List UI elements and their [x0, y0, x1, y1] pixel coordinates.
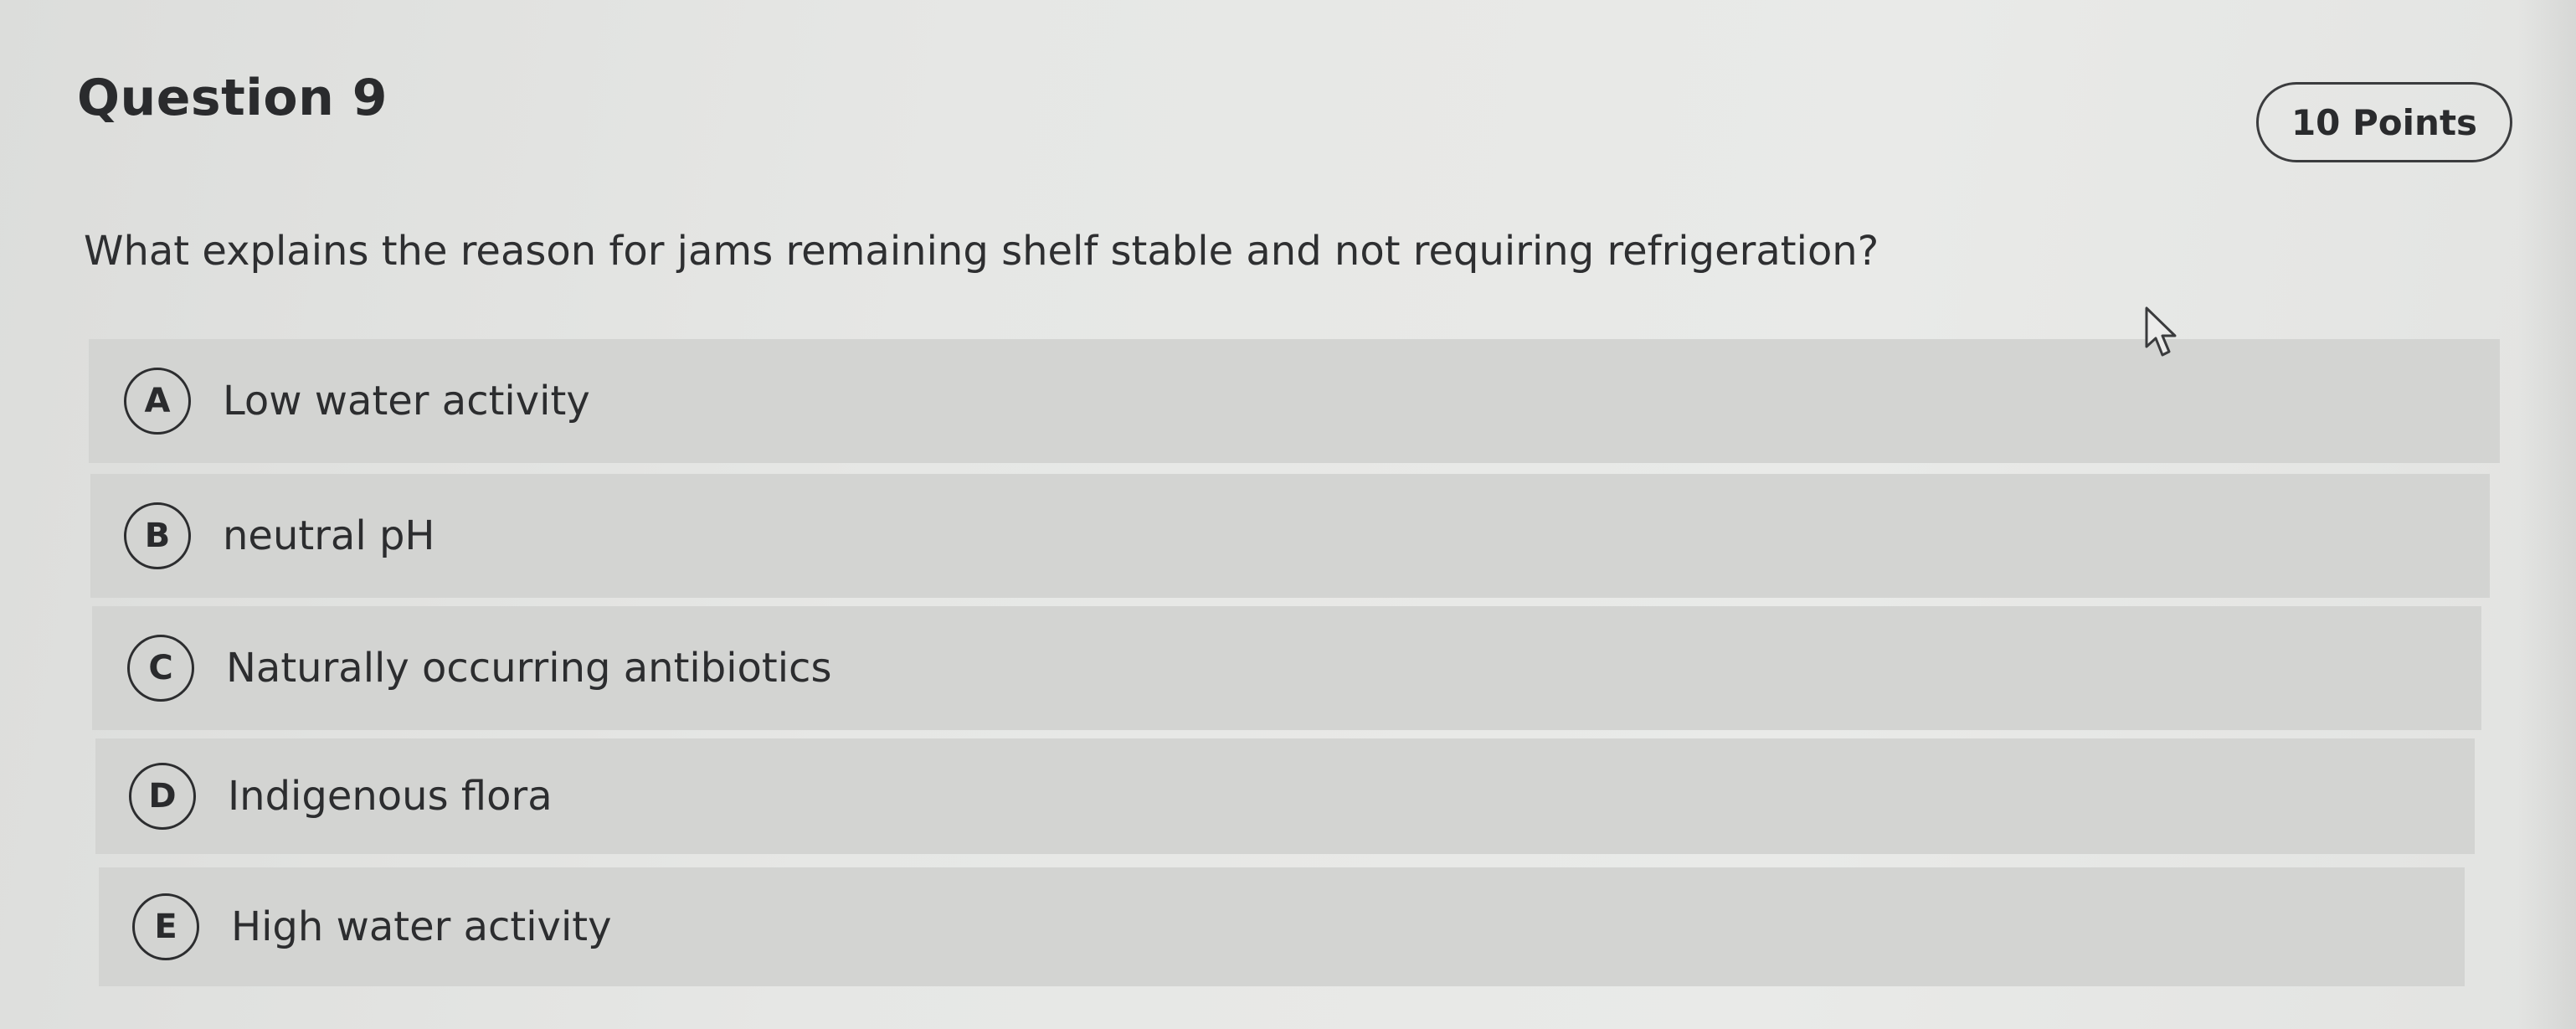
choice-label-d: Indigenous flora	[228, 773, 553, 820]
question-prompt: What explains the reason for jams remain…	[84, 228, 1879, 275]
answer-choice-c[interactable]: C Naturally occurring antibiotics	[92, 606, 2481, 730]
answer-choice-a[interactable]: A Low water activity	[89, 339, 2500, 463]
choice-letter-d: D	[129, 763, 196, 830]
choice-label-e: High water activity	[231, 903, 612, 950]
answer-choice-d[interactable]: D Indigenous flora	[95, 738, 2475, 854]
mouse-pointer-icon	[2145, 306, 2177, 357]
choice-letter-b: B	[124, 502, 191, 569]
choice-letter-a: A	[124, 368, 191, 435]
choice-letter-e: E	[132, 893, 199, 960]
choice-letter-c: C	[127, 635, 194, 702]
answer-choice-b[interactable]: B neutral pH	[90, 474, 2490, 598]
question-title: Question 9	[77, 69, 388, 127]
page-edge-shadow	[2517, 0, 2576, 1029]
choice-label-c: Naturally occurring antibiotics	[226, 645, 832, 692]
quiz-page: Question 9 10 Points What explains the r…	[0, 0, 2576, 1029]
choice-label-b: neutral pH	[223, 512, 435, 559]
points-badge: 10 Points	[2256, 82, 2512, 162]
answer-choice-e[interactable]: E High water activity	[99, 867, 2465, 986]
choice-label-a: Low water activity	[223, 378, 590, 424]
